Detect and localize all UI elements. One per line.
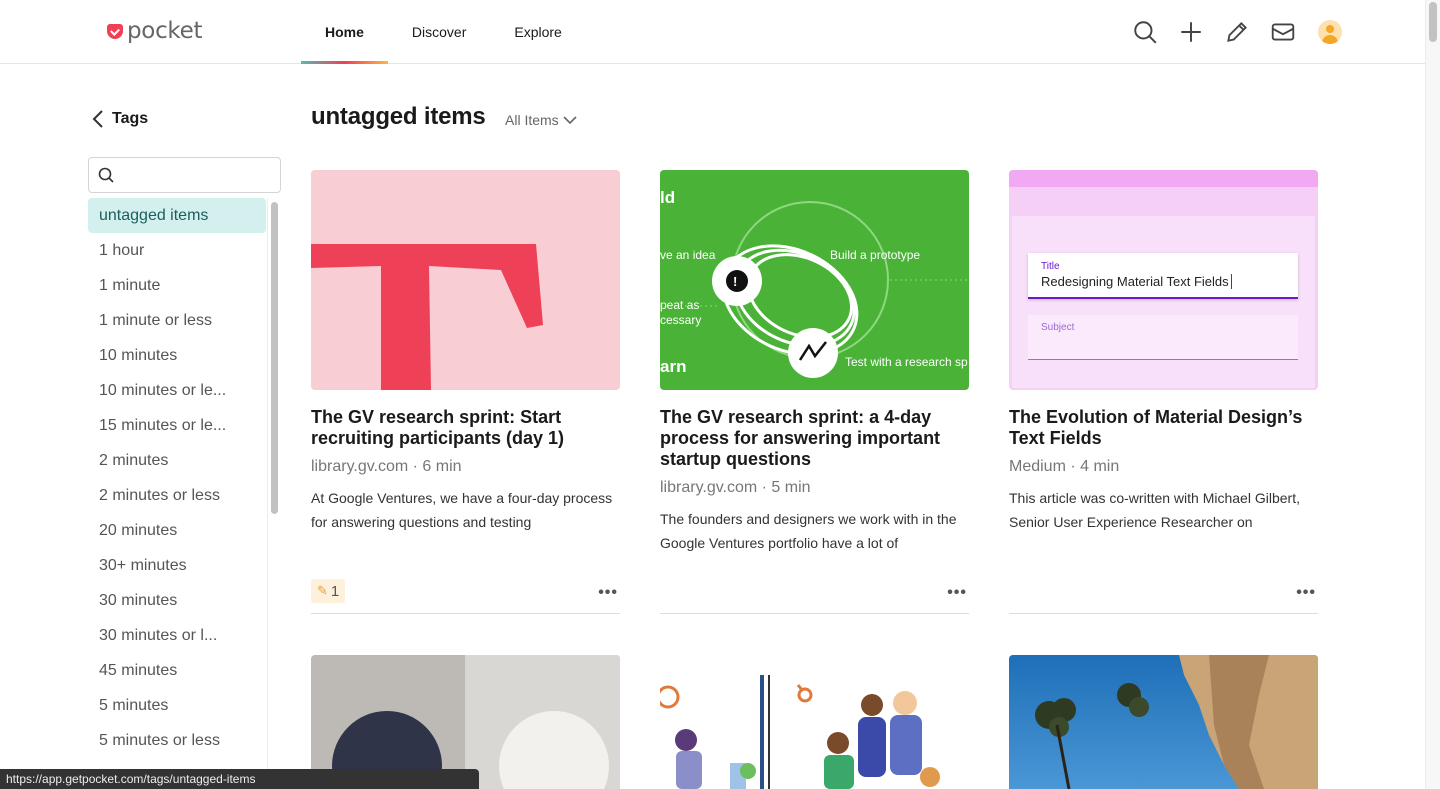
article-excerpt: At Google Ventures, we have a four-day p… <box>311 490 613 530</box>
thumb-field-label: Title <box>1041 261 1060 272</box>
add-icon[interactable] <box>1176 17 1206 47</box>
thumbnail-illustration <box>660 675 940 789</box>
article-title[interactable]: The GV research sprint: a 4-day process … <box>660 407 969 470</box>
thumb-subject-field: Subject <box>1028 315 1298 360</box>
page-scrollbar[interactable] <box>1425 0 1440 789</box>
tag-item[interactable]: 10 minutes <box>88 338 266 373</box>
tag-item[interactable]: 5 minutes or less <box>88 723 266 758</box>
search-icon[interactable] <box>1130 17 1160 47</box>
more-options-icon[interactable]: ••• <box>947 584 967 602</box>
more-options-icon[interactable]: ••• <box>1296 584 1316 602</box>
tag-item-untagged-items[interactable]: untagged items <box>88 198 266 233</box>
thumb-text: ld <box>660 188 676 207</box>
tag-item[interactable]: 1 minute or less <box>88 303 266 338</box>
article-meta: library.gv.com · 6 min <box>311 458 462 475</box>
avatar[interactable] <box>1318 20 1342 44</box>
chevron-down-icon <box>563 116 577 125</box>
pocket-logo-icon <box>107 23 123 39</box>
more-options-icon[interactable]: ••• <box>598 584 618 602</box>
tag-item[interactable]: 30 minutes <box>88 583 266 618</box>
article-thumbnail[interactable]: ! ld ve an idea Build a prototype peat a… <box>660 170 969 390</box>
tag-item[interactable]: 5 minutes <box>88 688 266 723</box>
article-title[interactable]: The GV research sprint: Start recruiting… <box>311 407 620 449</box>
chevron-left-icon <box>92 110 103 128</box>
card-footer: ••• <box>1009 574 1318 614</box>
tag-item[interactable]: 45 minutes <box>88 653 266 688</box>
card-footer: ✎ 1 ••• <box>311 574 620 614</box>
article-thumbnail[interactable]: Title Redesigning Material Text Fields S… <box>1009 170 1318 390</box>
tag-item[interactable]: 10 minutes or le... <box>88 373 266 408</box>
thumbnail-illustration <box>311 244 543 390</box>
article-card <box>660 655 969 789</box>
tag-item[interactable]: 1 minute <box>88 268 266 303</box>
highlights-badge[interactable]: ✎ 1 <box>311 579 346 603</box>
thumb-field-label: Subject <box>1041 322 1075 333</box>
search-icon <box>98 167 114 183</box>
back-to-tags-link[interactable]: Tags <box>92 110 148 128</box>
tag-search-field[interactable] <box>88 157 281 193</box>
tag-item[interactable]: 15 minutes or le... <box>88 408 266 443</box>
article-card: ! ld ve an idea Build a prototype peat a… <box>660 170 969 555</box>
mail-icon[interactable] <box>1268 17 1298 47</box>
top-header: pocket Home Discover Explore <box>0 0 1425 64</box>
tag-list: untagged items 1 hour 1 minute 1 minute … <box>88 198 268 778</box>
tag-search-input[interactable] <box>120 167 270 183</box>
filter-label: All Items <box>505 112 559 128</box>
article-excerpt: The founders and designers we work with … <box>660 511 957 551</box>
tag-item[interactable]: 2 minutes or less <box>88 478 266 513</box>
pocket-logo[interactable]: pocket <box>107 18 202 44</box>
card-footer: ••• <box>660 574 969 614</box>
highlighter-icon: ✎ <box>317 583 328 598</box>
tag-item[interactable]: 30+ minutes <box>88 548 266 583</box>
article-thumbnail[interactable] <box>660 655 969 789</box>
article-thumbnail[interactable] <box>311 170 620 390</box>
pencil-icon[interactable] <box>1222 17 1252 47</box>
main-nav: Home Discover Explore <box>301 0 586 64</box>
thumbnail-illustration <box>1035 655 1318 789</box>
page-scrollbar-thumb[interactable] <box>1429 2 1437 42</box>
tag-list-scrollbar[interactable] <box>267 198 281 778</box>
thumb-text: Test with a research sp <box>845 355 968 369</box>
thumb-text: peat as <box>660 298 700 312</box>
article-thumbnail[interactable] <box>1009 655 1318 789</box>
thumb-text: ve an idea <box>660 248 716 262</box>
svg-text:!: ! <box>733 274 737 289</box>
status-bar-url: https://app.getpocket.com/tags/untagged-… <box>0 769 479 789</box>
item-filter-dropdown[interactable]: All Items <box>505 112 577 128</box>
article-meta: Medium · 4 min <box>1009 458 1120 475</box>
thumb-field-value: Redesigning Material Text Fields <box>1041 274 1232 289</box>
tag-item[interactable]: 1 hour <box>88 233 266 268</box>
logo-text: pocket <box>127 18 203 44</box>
page-title: untagged items <box>311 103 486 130</box>
header-actions <box>1130 17 1342 47</box>
article-meta: library.gv.com · 5 min <box>660 479 811 496</box>
tag-item[interactable]: 30 minutes or l... <box>88 618 266 653</box>
highlights-count: 1 <box>330 582 340 600</box>
thumb-text: Build a prototype <box>830 248 921 262</box>
article-card: The GV research sprint: Start recruiting… <box>311 170 620 534</box>
thumb-title-field: Title Redesigning Material Text Fields <box>1028 253 1298 299</box>
tag-item[interactable]: 20 minutes <box>88 513 266 548</box>
back-label: Tags <box>112 110 149 127</box>
tab-explore[interactable]: Explore <box>490 0 585 64</box>
tab-home[interactable]: Home <box>301 0 388 64</box>
tab-discover[interactable]: Discover <box>388 0 490 64</box>
article-excerpt: This article was co-written with Michael… <box>1009 490 1300 530</box>
thumb-panel <box>1012 216 1315 388</box>
thumb-text: arn <box>660 357 687 376</box>
tag-item[interactable]: 2 minutes <box>88 443 266 478</box>
article-title[interactable]: The Evolution of Material Design’s Text … <box>1009 407 1318 449</box>
article-card: Title Redesigning Material Text Fields S… <box>1009 170 1318 534</box>
thumb-topbar <box>1009 170 1318 187</box>
article-card <box>1009 655 1318 789</box>
tag-list-scrollbar-thumb[interactable] <box>271 202 278 514</box>
thumb-text: cessary <box>660 313 702 327</box>
